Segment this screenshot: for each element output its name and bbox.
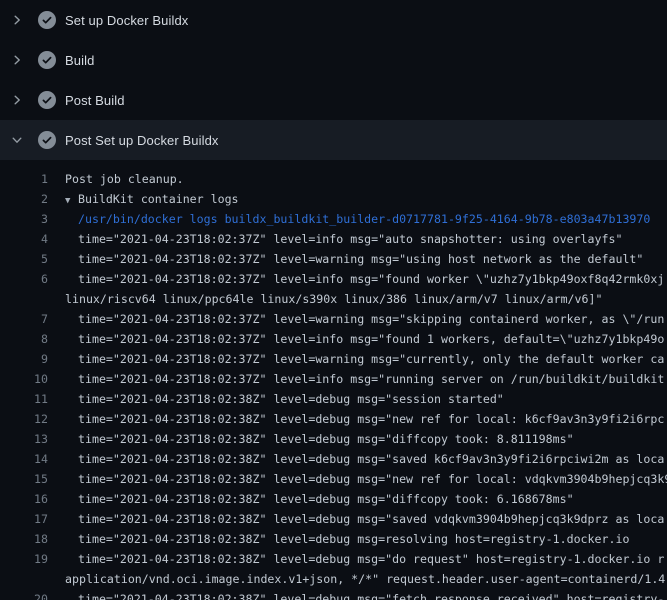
line-number[interactable]: 13: [0, 429, 48, 449]
log-text: time="2021-04-23T18:02:37Z" level=warnin…: [78, 249, 643, 269]
log-text: time="2021-04-23T18:02:38Z" level=debug …: [78, 549, 664, 569]
log-text: time="2021-04-23T18:02:38Z" level=debug …: [78, 529, 629, 549]
log-text: time="2021-04-23T18:02:37Z" level=info m…: [78, 329, 664, 349]
log-line: 6 time="2021-04-23T18:02:37Z" level=info …: [0, 269, 667, 289]
log-line: 1 Post job cleanup.: [0, 169, 667, 189]
log-text: time="2021-04-23T18:02:37Z" level=warnin…: [78, 349, 664, 369]
log-line: 19 time="2021-04-23T18:02:38Z" level=debu…: [0, 549, 667, 569]
check-circle-icon: [38, 91, 56, 109]
log-text: time="2021-04-23T18:02:38Z" level=debug …: [78, 429, 574, 449]
line-number: [0, 569, 48, 589]
log-text: time="2021-04-23T18:02:38Z" level=debug …: [78, 449, 664, 469]
log-text: time="2021-04-23T18:02:38Z" level=debug …: [78, 409, 664, 429]
step-row-2[interactable]: Post Build: [0, 80, 667, 120]
disclosure-triangle-icon[interactable]: ▼: [65, 191, 78, 209]
line-number[interactable]: 11: [0, 389, 48, 409]
line-number[interactable]: 7: [0, 309, 48, 329]
log-text: time="2021-04-23T18:02:38Z" level=debug …: [78, 589, 664, 600]
line-number[interactable]: 5: [0, 249, 48, 269]
log-line: 13 time="2021-04-23T18:02:38Z" level=debu…: [0, 429, 667, 449]
log-text: time="2021-04-23T18:02:37Z" level=warnin…: [78, 309, 664, 329]
line-number[interactable]: 10: [0, 369, 48, 389]
chevron-down-icon[interactable]: [11, 134, 23, 146]
log-text: time="2021-04-23T18:02:37Z" level=info m…: [78, 369, 664, 389]
log-line: 18 time="2021-04-23T18:02:38Z" level=debu…: [0, 529, 667, 549]
line-number[interactable]: 18: [0, 529, 48, 549]
step-row-0[interactable]: Set up Docker Buildx: [0, 0, 667, 40]
log-text: time="2021-04-23T18:02:37Z" level=info m…: [78, 229, 622, 249]
chevron-right-icon[interactable]: [11, 94, 23, 106]
chevron-right-icon[interactable]: [11, 54, 23, 66]
log-text: application/vnd.oci.image.index.v1+json,…: [65, 569, 665, 589]
step-label: Post Set up Docker Buildx: [65, 133, 219, 148]
log-text: time="2021-04-23T18:02:38Z" level=debug …: [78, 489, 574, 509]
line-number[interactable]: 14: [0, 449, 48, 469]
log-line: 11 time="2021-04-23T18:02:38Z" level=debu…: [0, 389, 667, 409]
check-circle-icon: [38, 11, 56, 29]
log-text: time="2021-04-23T18:02:37Z" level=info m…: [78, 269, 664, 289]
check-circle-icon: [38, 131, 56, 149]
log-line: 16 time="2021-04-23T18:02:38Z" level=debu…: [0, 489, 667, 509]
log-line: 15 time="2021-04-23T18:02:38Z" level=debu…: [0, 469, 667, 489]
log-line: 12 time="2021-04-23T18:02:38Z" level=debu…: [0, 409, 667, 429]
log-line: linux/riscv64 linux/ppc64le linux/s390x …: [0, 289, 667, 309]
line-number[interactable]: 1: [0, 169, 48, 189]
chevron-right-icon[interactable]: [11, 14, 23, 26]
log-line: 14 time="2021-04-23T18:02:38Z" level=debu…: [0, 449, 667, 469]
line-number[interactable]: 2: [0, 189, 48, 209]
line-number[interactable]: 3: [0, 209, 48, 229]
log-line: application/vnd.oci.image.index.v1+json,…: [0, 569, 667, 589]
log-line: 3/usr/bin/docker logs buildx_buildkit_bu…: [0, 209, 667, 229]
log-line: 9 time="2021-04-23T18:02:37Z" level=warni…: [0, 349, 667, 369]
log-line: 7 time="2021-04-23T18:02:37Z" level=warni…: [0, 309, 667, 329]
line-number[interactable]: 15: [0, 469, 48, 489]
log-output: 1 Post job cleanup. 2 ▼BuildKit container l…: [0, 160, 667, 600]
log-line: 20 time="2021-04-23T18:02:38Z" level=debu…: [0, 589, 667, 600]
log-text: linux/riscv64 linux/ppc64le linux/s390x …: [65, 289, 602, 309]
log-line: 17 time="2021-04-23T18:02:38Z" level=debu…: [0, 509, 667, 529]
line-number[interactable]: 4: [0, 229, 48, 249]
actions-log-viewer: Set up Docker Buildx Build Post Build Post …: [0, 0, 667, 600]
log-command-text: /usr/bin/docker logs buildx_buildkit_bui…: [78, 209, 650, 229]
line-number[interactable]: 19: [0, 549, 48, 569]
step-row-1[interactable]: Build: [0, 40, 667, 80]
line-number[interactable]: 20: [0, 589, 48, 600]
log-text: time="2021-04-23T18:02:38Z" level=debug …: [78, 389, 504, 409]
line-number[interactable]: 16: [0, 489, 48, 509]
line-number[interactable]: 9: [0, 349, 48, 369]
log-line: 8 time="2021-04-23T18:02:37Z" level=info …: [0, 329, 667, 349]
log-text: time="2021-04-23T18:02:38Z" level=debug …: [78, 509, 664, 529]
log-text: Post job cleanup.: [65, 169, 184, 189]
line-number[interactable]: 8: [0, 329, 48, 349]
log-line: 10 time="2021-04-23T18:02:37Z" level=info…: [0, 369, 667, 389]
line-number: [0, 289, 48, 309]
log-group-label: BuildKit container logs: [78, 192, 239, 206]
steps-list: Set up Docker Buildx Build Post Build Post …: [0, 0, 667, 160]
step-label: Post Build: [65, 93, 125, 108]
line-number[interactable]: 12: [0, 409, 48, 429]
step-label: Set up Docker Buildx: [65, 13, 188, 28]
log-line: 4 time="2021-04-23T18:02:37Z" level=info …: [0, 229, 667, 249]
log-line: 2 ▼BuildKit container logs: [0, 189, 667, 209]
log-line: 5 time="2021-04-23T18:02:37Z" level=warni…: [0, 249, 667, 269]
line-number[interactable]: 17: [0, 509, 48, 529]
step-row-3[interactable]: Post Set up Docker Buildx: [0, 120, 667, 160]
log-group-header[interactable]: ▼BuildKit container logs: [65, 189, 239, 209]
line-number[interactable]: 6: [0, 269, 48, 289]
check-circle-icon: [38, 51, 56, 69]
log-text: time="2021-04-23T18:02:38Z" level=debug …: [78, 469, 667, 489]
step-label: Build: [65, 53, 94, 68]
